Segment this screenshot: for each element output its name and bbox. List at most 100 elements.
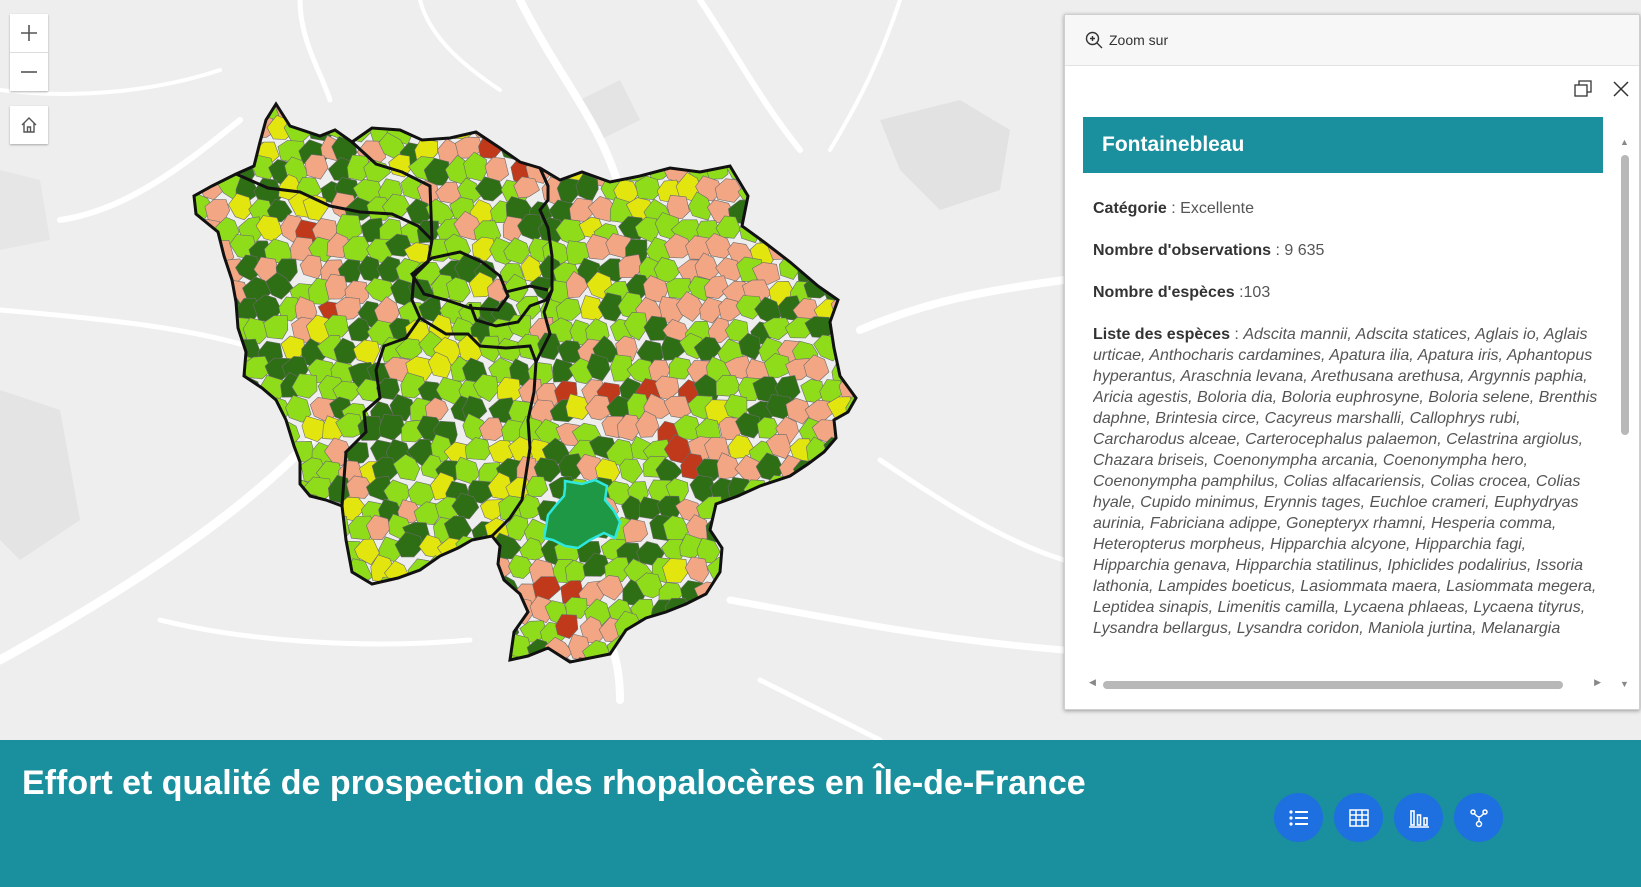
commune-polygon[interactable] (269, 600, 294, 625)
commune-polygon[interactable] (469, 640, 498, 666)
commune-polygon[interactable] (319, 99, 346, 127)
commune-polygon[interactable] (798, 618, 827, 645)
commune-polygon[interactable] (787, 521, 818, 543)
commune-polygon[interactable] (693, 657, 722, 682)
commune-polygon[interactable] (486, 639, 512, 668)
commune-polygon[interactable] (204, 563, 233, 586)
commune-polygon[interactable] (177, 214, 202, 239)
commune-polygon[interactable] (836, 180, 861, 207)
communes-layer[interactable] (163, 74, 886, 687)
commune-polygon[interactable] (825, 477, 853, 505)
commune-polygon[interactable] (385, 598, 411, 625)
commune-polygon[interactable] (818, 659, 847, 683)
commune-polygon[interactable] (777, 613, 804, 641)
commune-polygon[interactable] (833, 256, 862, 285)
commune-polygon[interactable] (748, 520, 777, 545)
commune-polygon[interactable] (804, 115, 835, 144)
commune-polygon[interactable] (783, 481, 809, 505)
commune-polygon[interactable] (620, 639, 649, 666)
commune-polygon[interactable] (496, 575, 521, 600)
commune-polygon[interactable] (636, 138, 665, 165)
commune-polygon[interactable] (785, 193, 809, 218)
commune-polygon[interactable] (445, 75, 467, 99)
commune-polygon[interactable] (262, 613, 287, 638)
commune-polygon[interactable] (719, 94, 746, 122)
commune-polygon[interactable] (840, 417, 867, 444)
commune-polygon[interactable] (732, 514, 758, 542)
scroll-up-arrow-icon[interactable]: ▲ (1620, 137, 1629, 147)
commune-polygon[interactable] (458, 99, 487, 123)
commune-polygon[interactable] (472, 594, 499, 618)
commune-polygon[interactable] (373, 617, 401, 644)
commune-polygon[interactable] (849, 631, 875, 662)
popup-horizontal-scrollbar[interactable]: ◀ ▶ (1087, 677, 1607, 691)
commune-polygon[interactable] (254, 499, 279, 525)
commune-polygon[interactable] (339, 619, 369, 644)
commune-polygon[interactable] (365, 80, 390, 103)
commune-polygon[interactable] (726, 559, 750, 587)
commune-polygon[interactable] (825, 516, 856, 542)
commune-polygon[interactable] (454, 612, 480, 640)
commune-polygon[interactable] (173, 641, 199, 668)
commune-polygon[interactable] (858, 660, 881, 685)
commune-polygon[interactable] (282, 513, 310, 539)
commune-polygon[interactable] (409, 599, 436, 626)
commune-polygon[interactable] (835, 653, 858, 680)
commune-polygon[interactable] (309, 556, 337, 586)
commune-polygon[interactable] (187, 438, 216, 466)
commune-polygon[interactable] (280, 335, 306, 361)
commune-polygon[interactable] (304, 154, 329, 180)
commune-polygon[interactable] (718, 500, 748, 526)
commune-polygon[interactable] (337, 99, 364, 127)
commune-polygon[interactable] (292, 577, 321, 603)
commune-polygon[interactable] (638, 98, 665, 120)
commune-polygon[interactable] (233, 575, 263, 603)
commune-polygon[interactable] (258, 419, 283, 444)
commune-polygon[interactable] (163, 197, 189, 223)
commune-polygon[interactable] (814, 97, 841, 122)
commune-polygon[interactable] (845, 158, 873, 183)
commune-polygon[interactable] (736, 620, 764, 646)
commune-polygon[interactable] (836, 535, 863, 560)
commune-polygon[interactable] (553, 138, 580, 164)
home-button[interactable] (10, 106, 48, 144)
commune-polygon[interactable] (246, 77, 270, 103)
commune-polygon[interactable] (719, 136, 745, 158)
commune-polygon[interactable] (479, 653, 509, 679)
commune-polygon[interactable] (385, 80, 412, 110)
commune-polygon[interactable] (173, 116, 197, 144)
commune-polygon[interactable] (168, 436, 192, 461)
commune-polygon[interactable] (751, 554, 778, 580)
commune-polygon[interactable] (324, 273, 349, 300)
commune-polygon[interactable] (320, 573, 349, 602)
commune-polygon[interactable] (189, 354, 218, 379)
commune-polygon[interactable] (457, 581, 484, 604)
commune-polygon[interactable] (813, 633, 837, 660)
commune-polygon[interactable] (228, 513, 256, 539)
commune-polygon[interactable] (799, 533, 827, 560)
commune-polygon[interactable] (443, 556, 472, 578)
popup-vertical-scrollbar[interactable]: ▲ ▼ (1617, 135, 1633, 691)
commune-polygon[interactable] (856, 578, 881, 602)
commune-polygon[interactable] (797, 661, 821, 687)
commune-polygon[interactable] (484, 115, 508, 142)
commune-polygon[interactable] (218, 542, 244, 565)
commune-polygon[interactable] (511, 80, 536, 108)
commune-polygon[interactable] (618, 254, 643, 279)
dock-button[interactable] (1573, 79, 1593, 99)
commune-polygon[interactable] (214, 138, 242, 164)
commune-polygon[interactable] (667, 115, 694, 140)
commune-polygon[interactable] (198, 97, 224, 125)
commune-polygon[interactable] (685, 118, 713, 147)
commune-polygon[interactable] (428, 112, 456, 140)
commune-polygon[interactable] (655, 658, 680, 686)
commune-polygon[interactable] (854, 419, 883, 444)
commune-polygon[interactable] (766, 641, 791, 667)
commune-polygon[interactable] (658, 618, 690, 644)
commune-polygon[interactable] (359, 613, 384, 638)
commune-polygon[interactable] (347, 75, 373, 101)
commune-polygon[interactable] (843, 517, 867, 541)
commune-polygon[interactable] (659, 134, 686, 162)
commune-polygon[interactable] (684, 556, 709, 584)
commune-polygon[interactable] (464, 437, 492, 461)
